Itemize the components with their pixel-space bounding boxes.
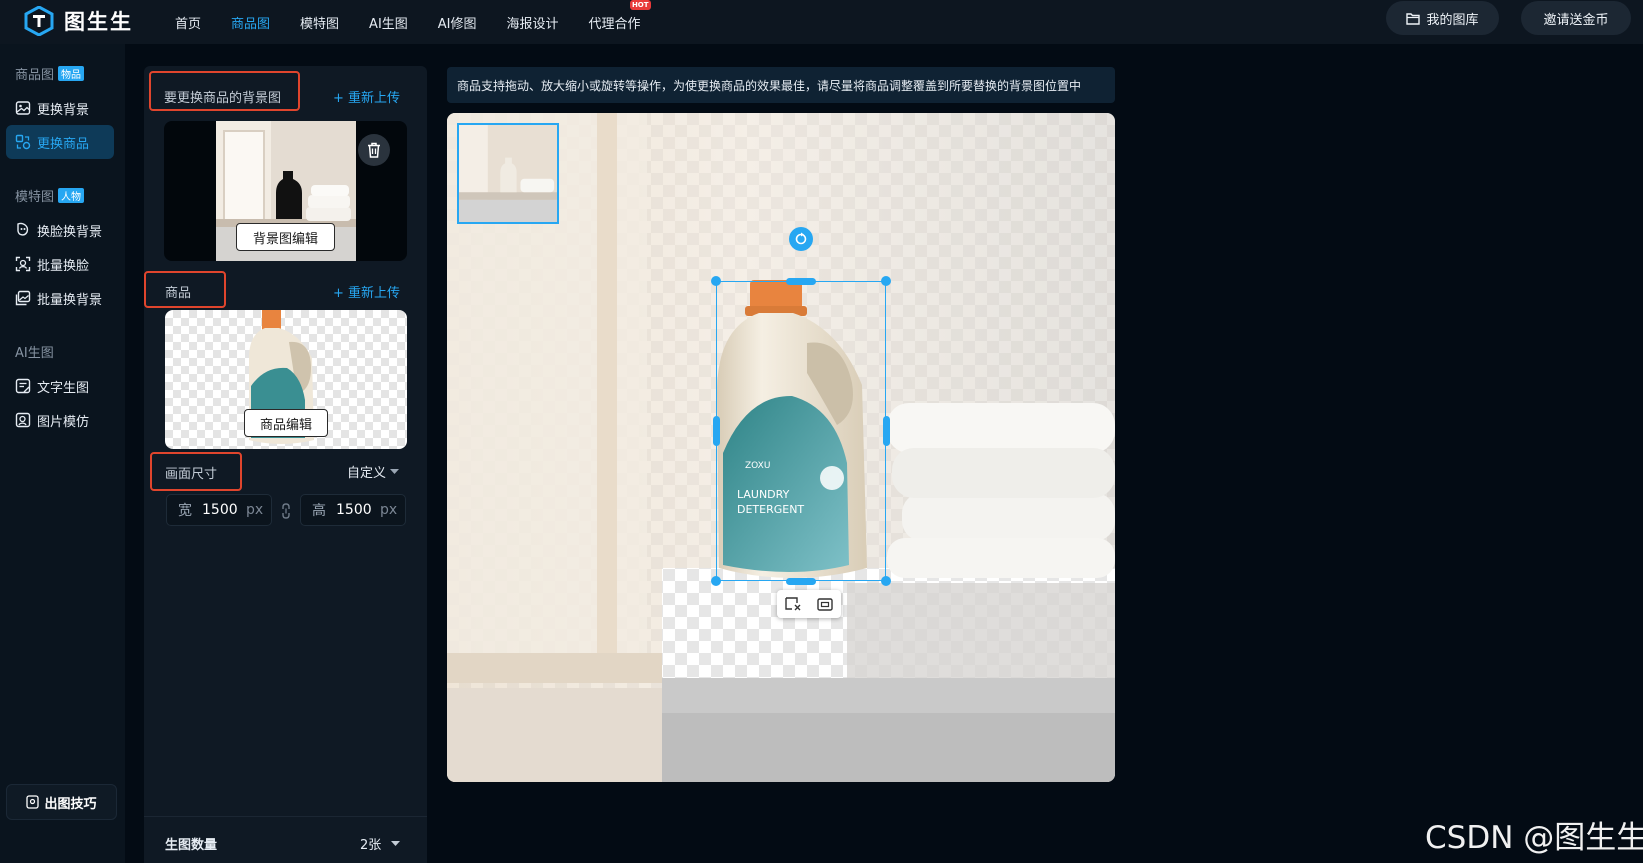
rotate-handle[interactable] — [789, 227, 813, 251]
width-unit: px — [246, 502, 264, 518]
resize-handle-bottom[interactable] — [786, 578, 816, 585]
resize-handle-bottom-left[interactable] — [711, 576, 721, 586]
resize-handle-right[interactable] — [883, 416, 890, 446]
highlight-box — [150, 452, 242, 491]
product-swap-icon — [15, 134, 31, 150]
sidebar-item-label: 更换背景 — [37, 102, 90, 118]
aspect-lock-icon[interactable] — [280, 503, 292, 519]
sidebar-section-title: 商品图 — [15, 68, 55, 83]
sidebar-item-label: 图片模仿 — [37, 414, 90, 430]
image-copy-icon — [15, 412, 31, 428]
face-scan-icon — [15, 256, 31, 272]
sidebar-section-tag: 人物 — [58, 188, 85, 203]
delete-background-button[interactable] — [358, 134, 390, 166]
text-image-icon — [15, 378, 31, 394]
caret-down-icon — [391, 840, 401, 846]
app-name: 图生生 — [64, 10, 133, 34]
resize-handle-left[interactable] — [713, 416, 720, 446]
sidebar-item-replace-product[interactable]: 更换商品 — [6, 125, 114, 159]
width-label: 宽 — [178, 503, 192, 519]
my-library-label: 我的图库 — [1426, 12, 1479, 28]
width-input[interactable]: 宽 1500 px — [166, 494, 272, 526]
sidebar-section-tag: 物品 — [58, 66, 85, 81]
nav-product-image[interactable]: 商品图 — [231, 13, 270, 32]
hot-badge: HOT — [629, 0, 651, 10]
selection-toolbar — [777, 590, 841, 618]
sidebar-section-title: AI生图 — [15, 346, 54, 361]
height-label: 高 — [312, 503, 326, 519]
sidebar-item-batch-face[interactable]: 批量换脸 — [6, 247, 114, 281]
image-count-value: 2张 — [360, 838, 382, 853]
sidebar-item-label: 更换商品 — [37, 136, 90, 152]
canvas-minimap[interactable] — [457, 123, 559, 224]
sidebar-item-replace-background[interactable]: 更换背景 — [6, 91, 114, 125]
image-swap-icon — [15, 101, 31, 115]
width-value: 1500 — [202, 502, 238, 518]
sidebar-section-title: 模特图 — [15, 190, 55, 205]
resize-handle-top[interactable] — [786, 278, 816, 285]
image-count-label: 生图数量 — [165, 838, 218, 853]
hint-bar: 商品支持拖动、放大缩小或旋转等操作，为使更换商品的效果最佳，请尽量将商品调整覆盖… — [447, 67, 1115, 103]
resize-handle-bottom-right[interactable] — [881, 576, 891, 586]
remove-background-icon[interactable] — [785, 597, 801, 611]
caret-down-icon — [390, 468, 400, 474]
reupload-background-link[interactable]: + 重新上传 — [333, 87, 400, 106]
height-input[interactable]: 高 1500 px — [300, 494, 406, 526]
sidebar: 商品图 物品 更换背景 更换商品 模特图 人物 换脸换背景 批量换脸 批量换背景… — [0, 44, 125, 863]
trash-icon — [368, 142, 380, 158]
app-logo[interactable]: 图生生 — [24, 6, 133, 36]
logo-icon — [24, 6, 54, 36]
nav-partnership-label: 代理合作 — [588, 16, 641, 32]
nav-ai-retouch[interactable]: AI修图 — [438, 13, 477, 32]
sidebar-item-label: 换脸换背景 — [37, 224, 103, 240]
product-edit-button[interactable]: 商品编辑 — [244, 409, 328, 437]
resize-handle-top-left[interactable] — [711, 276, 721, 286]
images-icon — [15, 290, 31, 306]
size-mode-select[interactable]: 自定义 — [347, 462, 400, 481]
sidebar-section-model: 模特图 人物 — [15, 186, 85, 205]
product-selection-box[interactable] — [716, 281, 886, 581]
sidebar-section-product: 商品图 物品 — [15, 64, 85, 83]
folder-icon — [1406, 12, 1421, 25]
size-mode-value: 自定义 — [347, 466, 387, 481]
sidebar-item-image-imitate[interactable]: 图片模仿 — [6, 403, 114, 437]
nav-poster-design[interactable]: 海报设计 — [507, 13, 559, 32]
height-unit: px — [380, 502, 398, 518]
highlight-box — [144, 271, 226, 308]
nav-model-image[interactable]: 模特图 — [300, 13, 339, 32]
rotate-icon — [795, 232, 807, 245]
resize-handle-top-right[interactable] — [881, 276, 891, 286]
sidebar-item-text-to-image[interactable]: 文字生图 — [6, 369, 114, 403]
main-nav: 首页 商品图 模特图 AI生图 AI修图 海报设计 代理合作 HOT — [175, 0, 671, 44]
nav-home[interactable]: 首页 — [175, 13, 201, 32]
tips-label: 出图技巧 — [44, 796, 97, 812]
sidebar-item-label: 批量换背景 — [37, 292, 103, 308]
sidebar-item-label: 文字生图 — [37, 380, 90, 396]
background-edit-button[interactable]: 背景图编辑 — [236, 223, 335, 251]
hint-text: 商品支持拖动、放大缩小或旋转等操作，为使更换商品的效果最佳，请尽量将商品调整覆盖… — [457, 78, 1082, 93]
nav-ai-generate[interactable]: AI生图 — [369, 13, 408, 32]
image-count-select[interactable]: 2张 — [360, 834, 401, 853]
tips-icon — [26, 795, 40, 809]
fit-frame-icon[interactable] — [817, 597, 833, 611]
sidebar-item-batch-background[interactable]: 批量换背景 — [6, 281, 114, 315]
reupload-product-link[interactable]: + 重新上传 — [333, 282, 400, 301]
invite-coins-label: 邀请送金币 — [1543, 12, 1609, 28]
highlight-box — [149, 71, 300, 111]
sidebar-item-face-background[interactable]: 换脸换背景 — [6, 213, 114, 247]
nav-partnership[interactable]: 代理合作 HOT — [588, 0, 651, 32]
height-value: 1500 — [336, 502, 372, 518]
tips-button[interactable]: 出图技巧 — [6, 784, 117, 820]
my-library-button[interactable]: 我的图库 — [1386, 1, 1499, 35]
watermark: CSDN @图生生 — [1425, 820, 1643, 856]
face-swap-icon — [17, 222, 29, 236]
sidebar-item-label: 批量换脸 — [37, 258, 90, 274]
sidebar-section-ai: AI生图 — [15, 342, 54, 361]
top-bar: 图生生 首页 商品图 模特图 AI生图 AI修图 海报设计 代理合作 HOT 我… — [0, 0, 1643, 44]
invite-coins-button[interactable]: 邀请送金币 — [1521, 1, 1631, 35]
